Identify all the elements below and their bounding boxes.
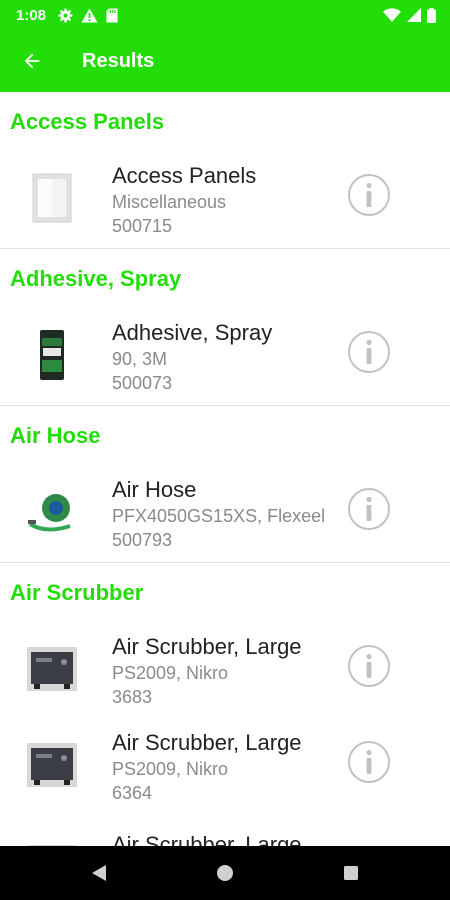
list-item[interactable]: Air Hose PFX4050GS15XS, Flexeel 500793 [0,466,450,562]
air-hose-image [24,484,80,540]
app-bar: Results [0,30,450,92]
item-text: Access Panels Miscellaneous 500715 [112,162,347,238]
list-item[interactable]: Access Panels Miscellaneous 500715 [0,152,450,248]
spray-can-image [24,327,80,383]
section-header: Adhesive, Spray [10,266,182,291]
item-code: 3683 [112,687,153,707]
wifi-icon [383,8,401,22]
sd-card-icon [106,8,118,22]
battery-icon [427,7,436,23]
list-item[interactable]: Air Scrubber, Large PS2009, Nikro 3683 [0,623,450,719]
item-code: 500715 [112,216,173,236]
section-header: Air Hose [10,423,101,448]
item-title: Adhesive, Spray [112,320,273,345]
nav-back-icon [92,865,106,881]
section-access-panels: Access Panels Access Panels Miscellaneou… [0,92,450,249]
access-panel-image [24,170,80,226]
item-title: Access Panels [112,163,257,188]
info-button[interactable] [348,331,390,373]
section-air-hose: Air Hose Air Hose PFX4050GS15XS, Flexeel… [0,406,450,563]
section-header: Access Panels [10,109,165,134]
air-scrubber-image [24,641,80,697]
back-button[interactable] [18,47,46,75]
item-code: 500793 [112,530,173,550]
info-button[interactable] [348,741,390,783]
nav-recents-icon [344,866,358,880]
air-scrubber-image [24,839,80,846]
info-button[interactable] [348,174,390,216]
alert-icon [81,8,98,22]
info-icon [366,653,372,678]
section-header: Air Scrubber [10,580,144,605]
info-icon [366,496,372,521]
info-button[interactable] [348,645,390,687]
item-subtitle: Miscellaneous [112,192,227,212]
item-code: 500073 [112,373,173,393]
item-text: Air Scrubber, Large PS2009, Nikro 6364 [112,729,347,805]
item-subtitle: PS2009, Nikro [112,759,229,779]
item-text: Air Scrubber, Large [112,831,347,846]
item-text: Adhesive, Spray 90, 3M 500073 [112,319,347,395]
section-air-scrubber: Air Scrubber Air Scrubber, Large PS2009,… [0,563,450,846]
nav-recents-button[interactable] [288,846,414,900]
info-icon [366,749,372,774]
item-subtitle: PS2009, Nikro [112,663,229,683]
status-icons-right [383,7,436,23]
status-time: 1:08 [16,6,47,24]
nav-home-icon [217,865,233,881]
item-subtitle: PFX4050GS15XS, Flexeel [112,506,326,526]
list-item[interactable]: Air Scrubber, Large [0,821,450,846]
arrow-back-icon [24,53,40,69]
section-adhesive-spray: Adhesive, Spray Adhesive, Spray 90, 3M 5… [0,249,450,406]
item-title: Air Hose [112,477,197,502]
item-subtitle: 90, 3M [112,349,168,369]
status-bar: 1:08 [0,0,450,30]
info-icon [366,182,372,207]
item-text: Air Scrubber, Large PS2009, Nikro 3683 [112,633,347,709]
nav-back-button[interactable] [36,846,162,900]
info-icon [366,339,372,364]
item-title: Air Scrubber, Large [112,832,302,846]
nav-home-button[interactable] [162,846,288,900]
list-item[interactable]: Air Scrubber, Large PS2009, Nikro 6364 [0,719,450,821]
list-item[interactable]: Adhesive, Spray 90, 3M 500073 [0,309,450,405]
cell-signal-icon [407,8,421,22]
item-title: Air Scrubber, Large [112,730,302,755]
item-text: Air Hose PFX4050GS15XS, Flexeel 500793 [112,476,347,552]
page-title: Results [82,49,155,72]
gear-icon [58,7,73,23]
item-code: 6364 [112,783,153,803]
status-icons-left [58,7,118,23]
air-scrubber-image [24,737,80,793]
system-nav-bar [0,846,450,900]
info-button[interactable] [348,488,390,530]
item-title: Air Scrubber, Large [112,634,302,659]
results-list[interactable]: Access Panels Access Panels Miscellaneou… [0,92,450,846]
